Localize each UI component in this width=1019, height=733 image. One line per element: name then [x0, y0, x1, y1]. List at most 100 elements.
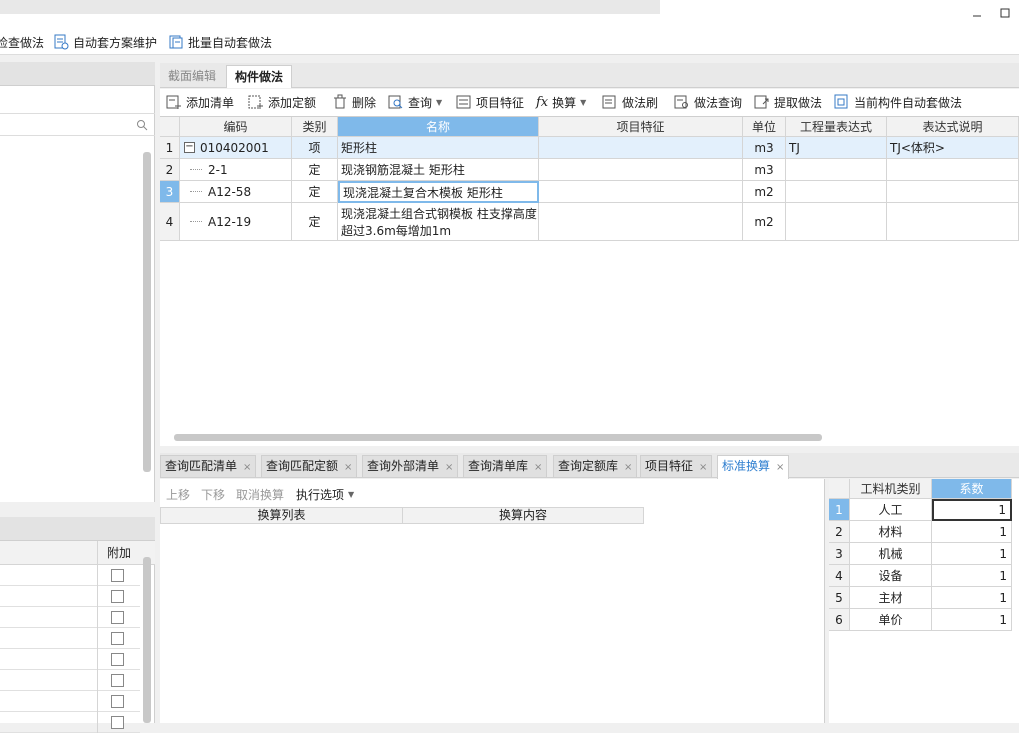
grid-header-4[interactable]: 项目特征: [539, 117, 743, 137]
row-number[interactable]: 4: [160, 203, 180, 241]
grid-header-1[interactable]: 编码: [180, 117, 292, 137]
name-cell[interactable]: 现浇钢筋混凝土 矩形柱: [338, 159, 539, 181]
bottom-tab-6[interactable]: 项目特征 ×: [640, 455, 713, 477]
close-tab-icon[interactable]: ×: [344, 462, 352, 473]
grid-header-6[interactable]: 工程量表达式: [786, 117, 887, 137]
attr-checkbox[interactable]: [111, 590, 124, 603]
cancel-conversion-button[interactable]: 取消换算: [236, 486, 284, 503]
feature-cell[interactable]: [539, 159, 743, 181]
collapse-toggle-icon[interactable]: −: [184, 142, 195, 153]
name-cell[interactable]: 矩形柱: [338, 137, 539, 159]
grid-h-scrollbar[interactable]: [174, 434, 822, 441]
move-up-button[interactable]: 上移: [166, 486, 190, 503]
coef-value-cell[interactable]: 1: [932, 609, 1012, 631]
grid-header-7[interactable]: 表达式说明: [887, 117, 1019, 137]
move-down-button[interactable]: 下移: [201, 486, 225, 503]
minimize-button[interactable]: [970, 6, 984, 20]
exec-options-button[interactable]: 执行选项 ▼: [296, 486, 354, 503]
close-tab-icon[interactable]: ×: [534, 462, 542, 473]
type-cell[interactable]: 定: [292, 203, 338, 241]
feature-cell[interactable]: [539, 181, 743, 203]
attr-checkbox[interactable]: [111, 674, 124, 687]
code-cell[interactable]: −010402001: [180, 137, 292, 159]
coef-value-cell[interactable]: 1: [932, 499, 1012, 521]
delete-button[interactable]: 删除: [332, 93, 376, 111]
coef-row-number[interactable]: 5: [829, 587, 850, 609]
coef-row-number[interactable]: 2: [829, 521, 850, 543]
coef-row-number[interactable]: 1: [829, 499, 850, 521]
left-scrollbar[interactable]: [143, 152, 151, 472]
close-tab-icon[interactable]: ×: [699, 462, 707, 473]
bottom-tab-7[interactable]: 标准换算 ×: [717, 455, 790, 479]
bottom-tab-1[interactable]: 查询匹配清单 ×: [160, 455, 257, 477]
expr-cell[interactable]: [786, 203, 887, 241]
attr-checkbox[interactable]: [111, 569, 124, 582]
add-list-button[interactable]: 添加清单: [166, 93, 234, 111]
tab-section-edit[interactable]: 截面编辑: [160, 65, 224, 87]
row-number[interactable]: 3: [160, 181, 180, 203]
expr-desc-cell[interactable]: [887, 159, 1019, 181]
expr-cell[interactable]: [786, 159, 887, 181]
feature-cell[interactable]: [539, 203, 743, 241]
grid-header-2[interactable]: 类别: [292, 117, 338, 137]
extract-method-button[interactable]: 提取做法: [754, 93, 822, 111]
project-feature-button[interactable]: 项目特征: [456, 93, 524, 111]
bottom-tab-4[interactable]: 查询清单库 ×: [463, 455, 548, 477]
check-method-button[interactable]: 检查做法: [0, 33, 44, 51]
auto-scheme-button[interactable]: 自动套方案维护: [53, 33, 157, 51]
auto-apply-button[interactable]: 当前构件自动套做法: [834, 93, 962, 111]
left-bottom-scrollbar[interactable]: [143, 557, 151, 723]
expr-cell[interactable]: [786, 181, 887, 203]
tab-component-method[interactable]: 构件做法: [226, 65, 293, 88]
type-cell[interactable]: 项: [292, 137, 338, 159]
bottom-tab-5[interactable]: 查询定额库 ×: [553, 455, 638, 477]
unit-cell[interactable]: m2: [743, 203, 786, 241]
grid-header-5[interactable]: 单位: [743, 117, 786, 137]
unit-cell[interactable]: m2: [743, 181, 786, 203]
close-tab-icon[interactable]: ×: [624, 462, 632, 473]
maximize-button[interactable]: [998, 6, 1012, 20]
type-cell[interactable]: 定: [292, 181, 338, 203]
close-tab-icon[interactable]: ×: [243, 462, 251, 473]
code-cell[interactable]: 2-1: [180, 159, 292, 181]
close-tab-icon[interactable]: ×: [776, 462, 784, 473]
grid-header-3[interactable]: 名称: [338, 117, 539, 137]
coef-value-cell[interactable]: 1: [932, 543, 1012, 565]
coef-value-cell[interactable]: 1: [932, 565, 1012, 587]
expr-cell[interactable]: TJ: [786, 137, 887, 159]
method-brush-button[interactable]: 做法刷: [602, 93, 658, 111]
attr-checkbox[interactable]: [111, 632, 124, 645]
feature-cell[interactable]: [539, 137, 743, 159]
attr-checkbox[interactable]: [111, 695, 124, 708]
bottom-tab-3[interactable]: 查询外部清单 ×: [362, 455, 459, 477]
add-quota-button[interactable]: 添加定额: [248, 93, 316, 111]
method-query-button[interactable]: 做法查询: [674, 93, 742, 111]
code-cell[interactable]: A12-58: [180, 181, 292, 203]
coef-row-number[interactable]: 3: [829, 543, 850, 565]
name-cell[interactable]: 现浇混凝土组合式钢模板 柱支撑高度 超过3.6m每增加1m: [338, 203, 539, 241]
coef-row-number[interactable]: 6: [829, 609, 850, 631]
name-cell[interactable]: 现浇混凝土复合木模板 矩形柱: [338, 181, 539, 203]
unit-cell[interactable]: m3: [743, 137, 786, 159]
code-cell[interactable]: A12-19: [180, 203, 292, 241]
expr-desc-cell[interactable]: [887, 181, 1019, 203]
row-number[interactable]: 1: [160, 137, 180, 159]
name-text: 矩形柱: [341, 141, 378, 155]
convert-button[interactable]: fx 换算 ▼: [536, 93, 586, 111]
type-cell[interactable]: 定: [292, 159, 338, 181]
close-tab-icon[interactable]: ×: [445, 462, 453, 473]
trash-icon: [334, 94, 346, 109]
query-button[interactable]: 查询 ▼: [388, 93, 442, 111]
expr-desc-cell[interactable]: [887, 203, 1019, 241]
batch-auto-button[interactable]: 批量自动套做法: [168, 33, 272, 51]
expr-desc-cell[interactable]: TJ<体积>: [887, 137, 1019, 159]
unit-cell[interactable]: m3: [743, 159, 786, 181]
attr-checkbox[interactable]: [111, 653, 124, 666]
left-search-input[interactable]: [0, 114, 155, 136]
coef-value-cell[interactable]: 1: [932, 521, 1012, 543]
attr-checkbox[interactable]: [111, 611, 124, 624]
row-number[interactable]: 2: [160, 159, 180, 181]
coef-value-cell[interactable]: 1: [932, 587, 1012, 609]
bottom-tab-2[interactable]: 查询匹配定额 ×: [261, 455, 358, 477]
coef-row-number[interactable]: 4: [829, 565, 850, 587]
